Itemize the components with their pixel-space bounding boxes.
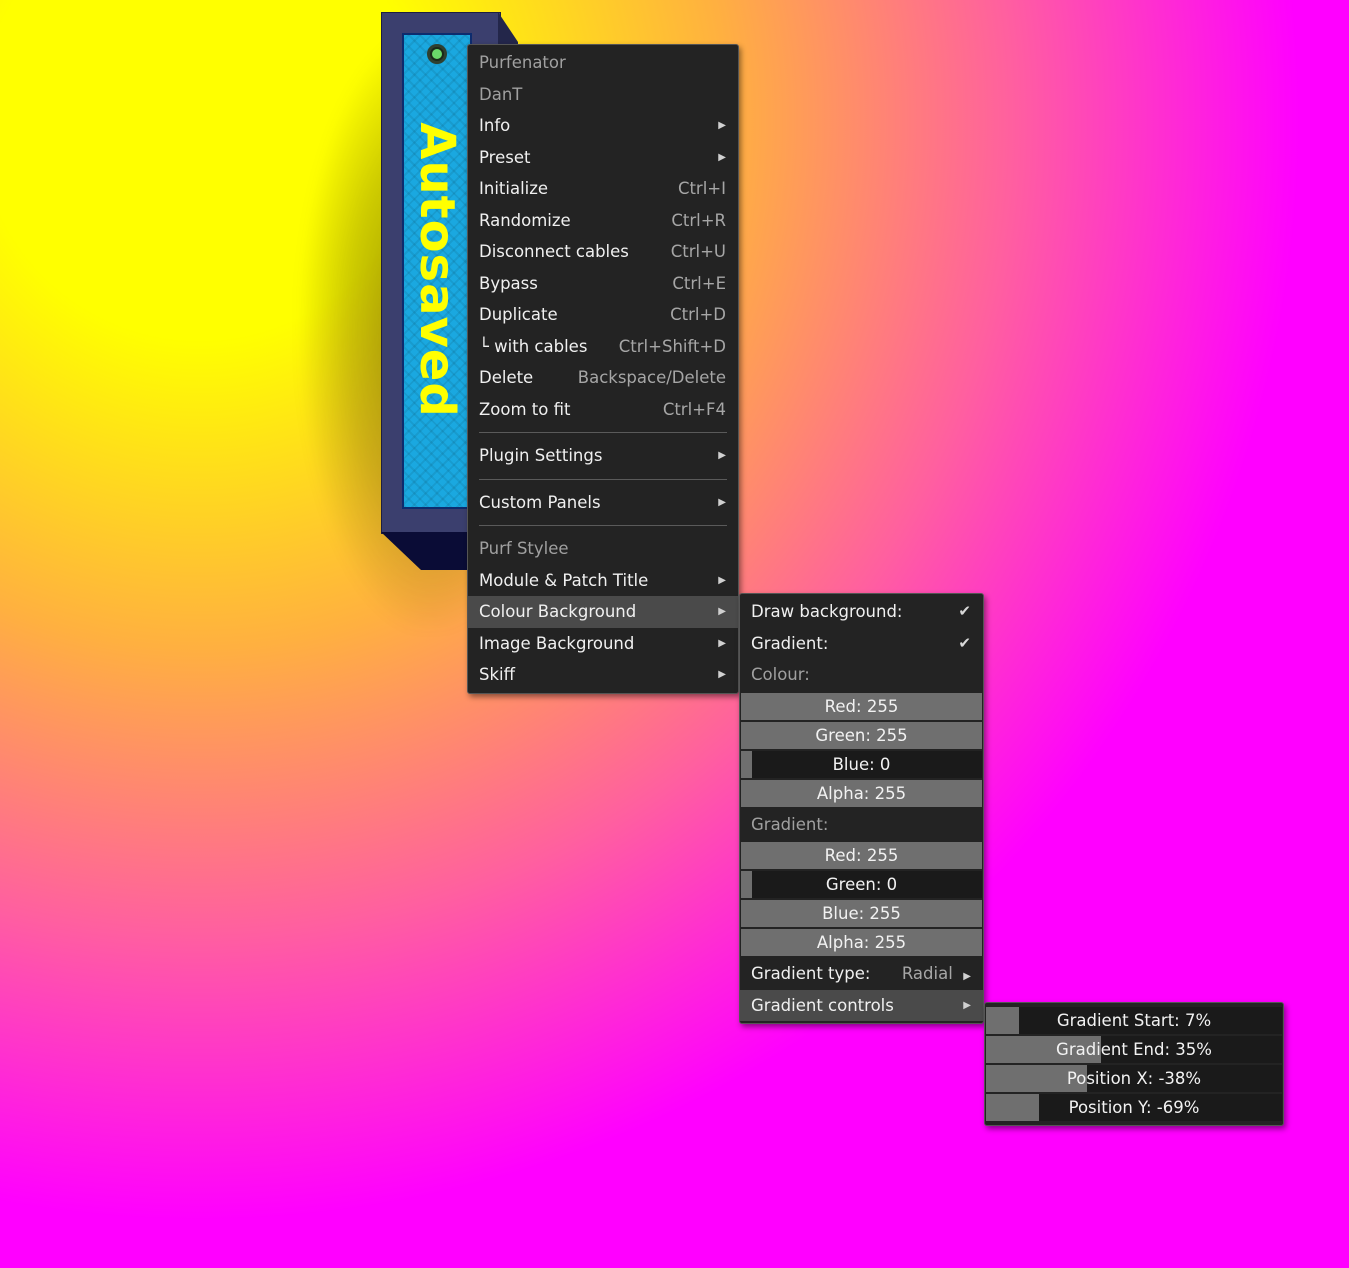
slider-label: Blue: 0 — [832, 754, 891, 774]
menu-item-bypass[interactable]: Bypass Ctrl+E — [468, 268, 738, 300]
menu-separator — [479, 478, 727, 480]
gradient-slider-red[interactable]: Red: 255 — [741, 842, 982, 869]
gradient-controls-item[interactable]: Gradient controls ▶ — [740, 989, 983, 1021]
colour-slider-red[interactable]: Red: 255 — [741, 692, 982, 720]
module-context-menu: Purfenator DanT Info ▶ Preset ▶ Initialize Ct… — [467, 44, 739, 694]
slider-label: Gradient Start: 7% — [1056, 1011, 1212, 1030]
arrow-right-icon: ▶ — [718, 450, 726, 461]
menu-item-module-patch-title[interactable]: Module & Patch Title ▶ — [468, 565, 738, 597]
arrow-right-icon: ▶ — [718, 669, 726, 680]
gradient-control-gradient-start[interactable]: Gradient Start: 7% — [986, 1007, 1282, 1034]
arrow-right-icon: ▶ — [718, 606, 726, 617]
menu-item-info[interactable]: Info ▶ — [468, 110, 738, 142]
slider-label: Red: 255 — [824, 696, 899, 716]
colour-slider-blue[interactable]: Blue: 0 — [741, 750, 982, 778]
shortcut-label: Ctrl+I — [677, 179, 726, 198]
gradient-control-position-x[interactable]: Position X: -38% — [986, 1065, 1282, 1092]
shortcut-label: Backspace/Delete — [577, 368, 726, 387]
gradient-slider-blue[interactable]: Blue: 255 — [741, 900, 982, 927]
checkmark-icon: ✔ — [958, 602, 971, 620]
colour-slider-alpha[interactable]: Alpha: 255 — [741, 779, 982, 807]
menu-separator — [479, 525, 727, 526]
menu-separator — [479, 432, 727, 433]
arrow-right-icon: ▶ — [718, 120, 726, 131]
menu-item-colour-background[interactable]: Colour Background ▶ — [468, 596, 738, 628]
menu-item-randomize[interactable]: Randomize Ctrl+R — [468, 205, 738, 237]
colour-slider-green[interactable]: Green: 255 — [741, 721, 982, 749]
menu-header-author: DanT — [479, 84, 523, 104]
slider-label: Gradient End: 35% — [1056, 1040, 1212, 1059]
slider-label: Alpha: 255 — [816, 933, 907, 952]
menu-item-plugin-settings[interactable]: Plugin Settings ▶ — [468, 440, 738, 472]
checkmark-icon: ✔ — [958, 633, 971, 652]
arrow-right-icon: ▶ — [718, 151, 726, 163]
menu-item-duplicate[interactable]: Duplicate Ctrl+D — [468, 299, 738, 331]
slider-label: Green: 255 — [815, 725, 908, 745]
shortcut-label: Ctrl+Shift+D — [618, 336, 726, 356]
gradient-toggle[interactable]: Gradient: ✔ — [740, 628, 983, 660]
slider-label: Red: 255 — [824, 846, 899, 865]
arrow-right-icon: ▶ — [963, 971, 971, 982]
menu-item-delete[interactable]: Delete Backspace/Delete — [468, 362, 738, 394]
arrow-right-icon: ▶ — [718, 574, 726, 586]
gradient-heading: Gradient: — [751, 814, 829, 834]
gradient-control-gradient-end[interactable]: Gradient End: 35% — [986, 1036, 1282, 1063]
colour-heading: Colour: — [751, 665, 810, 684]
slider-label: Alpha: 255 — [816, 783, 907, 803]
menu-item-custom-panels[interactable]: Custom Panels ▶ — [468, 487, 738, 519]
slider-label: Position Y: -69% — [1068, 1098, 1200, 1117]
gradient-slider-green[interactable]: Green: 0 — [741, 871, 982, 898]
slider-label: Green: 0 — [825, 875, 898, 894]
gradient-type-value: Radial — [901, 964, 953, 983]
slider-label: Blue: 255 — [822, 904, 901, 923]
draw-background-toggle[interactable]: Draw background: ✔ — [740, 596, 983, 628]
shortcut-label: Ctrl+F4 — [662, 399, 726, 419]
menu-item-with-cables[interactable]: └ with cables Ctrl+Shift+D — [468, 331, 738, 363]
menu-item-zoom-to-fit[interactable]: Zoom to fit Ctrl+F4 — [468, 394, 738, 426]
gradient-slider-alpha[interactable]: Alpha: 255 — [741, 929, 982, 956]
shortcut-label: Ctrl+R — [671, 210, 726, 230]
arrow-right-icon: ▶ — [963, 999, 971, 1011]
menu-item-image-background[interactable]: Image Background ▶ — [468, 628, 738, 660]
menu-item-skiff[interactable]: Skiff ▶ — [468, 659, 738, 691]
shortcut-label: Ctrl+E — [672, 273, 726, 293]
gradient-control-position-y[interactable]: Position Y: -69% — [986, 1094, 1282, 1121]
arrow-right-icon: ▶ — [718, 496, 726, 508]
menu-section-title: Purf Stylee — [479, 539, 569, 558]
menu-item-preset[interactable]: Preset ▶ — [468, 142, 738, 174]
shortcut-label: Ctrl+D — [670, 305, 726, 324]
gradient-type-item[interactable]: Gradient type: Radial ▶ — [740, 958, 983, 990]
gradient-controls-submenu: Gradient Start: 7% Gradient End: 35% Posit… — [984, 1002, 1284, 1126]
slider-label: Position X: -38% — [1066, 1069, 1202, 1088]
menu-header-title: Purfenator — [479, 53, 566, 72]
shortcut-label: Ctrl+U — [670, 242, 726, 261]
arrow-right-icon: ▶ — [718, 637, 726, 649]
menu-item-disconnect-cables[interactable]: Disconnect cables Ctrl+U — [468, 236, 738, 268]
screw-icon — [427, 44, 447, 64]
colour-background-submenu: Draw background: ✔ Gradient: ✔ Colour: R… — [739, 593, 984, 1024]
module-label: Autosaved — [409, 122, 465, 418]
menu-item-initialize[interactable]: Initialize Ctrl+I — [468, 173, 738, 205]
